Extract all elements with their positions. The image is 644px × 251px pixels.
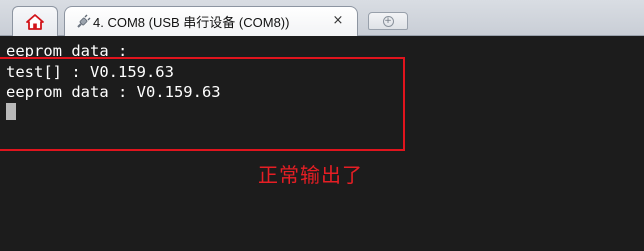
annotation-label: 正常输出了 — [258, 163, 363, 187]
tab-bar: 4. COM8 (USB 串行设备 (COM8)) × + — [0, 0, 644, 36]
home-icon — [26, 13, 44, 30]
terminal-output[interactable]: eeprom data : test[] : V0.159.63 eeprom … — [0, 37, 644, 251]
plus-icon: + — [382, 15, 394, 27]
plug-icon — [77, 14, 91, 28]
close-icon[interactable]: × — [331, 14, 345, 28]
home-tab[interactable] — [12, 6, 58, 36]
new-tab-button[interactable]: + — [368, 12, 408, 30]
highlight-box — [0, 57, 405, 151]
tab-title: 4. COM8 (USB 串行设备 (COM8)) — [93, 15, 290, 30]
session-tab[interactable]: 4. COM8 (USB 串行设备 (COM8)) × — [64, 6, 358, 36]
